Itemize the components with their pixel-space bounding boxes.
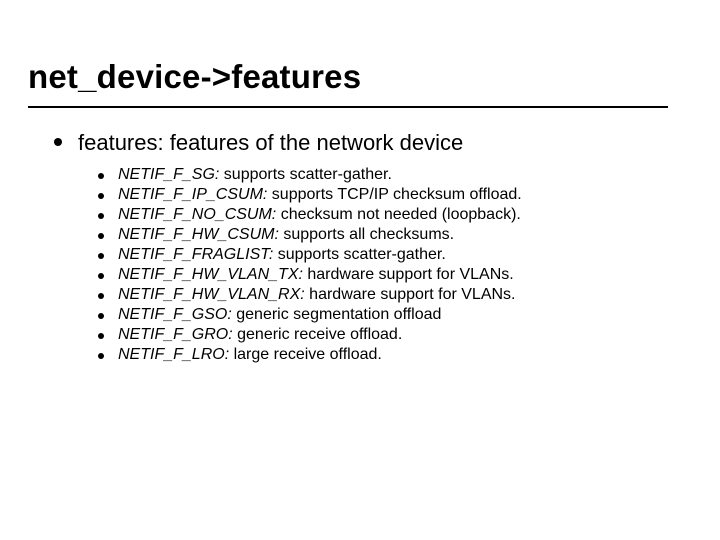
flag-desc: supports scatter-gather. xyxy=(273,246,446,263)
slide: net_device->features features: features … xyxy=(0,0,720,540)
flag-name: NETIF_F_NO_CSUM: xyxy=(118,206,276,223)
flag-row: NETIF_F_HW_VLAN_TX: hardware support for… xyxy=(98,266,692,284)
flag-row: NETIF_F_LRO: large receive offload. xyxy=(98,346,692,364)
flag-desc: generic receive offload. xyxy=(233,326,403,343)
flag-desc: hardware support for VLANs. xyxy=(305,286,516,303)
bullet-icon xyxy=(98,313,104,319)
flag-desc: hardware support for VLANs. xyxy=(303,266,514,283)
flag-name: NETIF_F_HW_VLAN_TX: xyxy=(118,266,303,283)
flag-row: NETIF_F_IP_CSUM: supports TCP/IP checksu… xyxy=(98,186,692,204)
bullet-icon xyxy=(98,333,104,339)
flag-row: NETIF_F_GRO: generic receive offload. xyxy=(98,326,692,344)
flag-text: NETIF_F_HW_CSUM: supports all checksums. xyxy=(118,226,454,244)
flag-text: NETIF_F_GRO: generic receive offload. xyxy=(118,326,402,344)
flag-text: NETIF_F_LRO: large receive offload. xyxy=(118,346,382,364)
bullet-icon xyxy=(98,173,104,179)
flag-name: NETIF_F_HW_VLAN_RX: xyxy=(118,286,305,303)
flag-row: NETIF_F_HW_VLAN_RX: hardware support for… xyxy=(98,286,692,304)
bullet-icon xyxy=(98,253,104,259)
flag-list: NETIF_F_SG: supports scatter-gather.NETI… xyxy=(98,166,692,364)
flag-desc: checksum not needed (loopback). xyxy=(276,206,521,223)
bullet-icon xyxy=(98,293,104,299)
bullet-icon xyxy=(98,193,104,199)
flag-name: NETIF_F_HW_CSUM: xyxy=(118,226,279,243)
flag-name: NETIF_F_GSO: xyxy=(118,306,232,323)
flag-desc: large receive offload. xyxy=(229,346,382,363)
flag-desc: supports all checksums. xyxy=(279,226,454,243)
flag-row: NETIF_F_GSO: generic segmentation offloa… xyxy=(98,306,692,324)
intro-row: features: features of the network device xyxy=(54,128,692,158)
flag-desc: supports TCP/IP checksum offload. xyxy=(267,186,521,203)
flag-text: NETIF_F_HW_VLAN_RX: hardware support for… xyxy=(118,286,515,304)
slide-title: net_device->features xyxy=(28,58,668,108)
bullet-icon xyxy=(98,213,104,219)
flag-row: NETIF_F_SG: supports scatter-gather. xyxy=(98,166,692,184)
bullet-icon xyxy=(98,233,104,239)
flag-name: NETIF_F_FRAGLIST: xyxy=(118,246,273,263)
flag-text: NETIF_F_IP_CSUM: supports TCP/IP checksu… xyxy=(118,186,522,204)
flag-name: NETIF_F_SG: xyxy=(118,166,219,183)
flag-name: NETIF_F_GRO: xyxy=(118,326,233,343)
flag-text: NETIF_F_GSO: generic segmentation offloa… xyxy=(118,306,441,324)
bullet-icon xyxy=(54,138,62,146)
flag-desc: supports scatter-gather. xyxy=(219,166,392,183)
flag-row: NETIF_F_HW_CSUM: supports all checksums. xyxy=(98,226,692,244)
flag-desc: generic segmentation offload xyxy=(232,306,442,323)
flag-name: NETIF_F_LRO: xyxy=(118,346,229,363)
bullet-icon xyxy=(98,273,104,279)
flag-row: NETIF_F_FRAGLIST: supports scatter-gathe… xyxy=(98,246,692,264)
intro-text: features: features of the network device xyxy=(78,128,463,158)
flag-row: NETIF_F_NO_CSUM: checksum not needed (lo… xyxy=(98,206,692,224)
bullet-icon xyxy=(98,353,104,359)
flag-text: NETIF_F_FRAGLIST: supports scatter-gathe… xyxy=(118,246,446,264)
flag-text: NETIF_F_SG: supports scatter-gather. xyxy=(118,166,392,184)
flag-text: NETIF_F_HW_VLAN_TX: hardware support for… xyxy=(118,266,514,284)
flag-name: NETIF_F_IP_CSUM: xyxy=(118,186,267,203)
flag-text: NETIF_F_NO_CSUM: checksum not needed (lo… xyxy=(118,206,521,224)
